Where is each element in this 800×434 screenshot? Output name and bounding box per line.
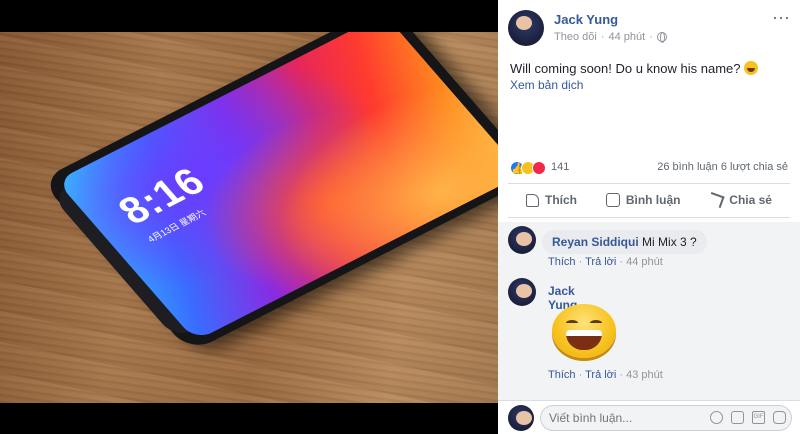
photo-viewer: 8:16 4月13日 星期六 Jack Yung Theo dõi · 44 p… <box>0 0 800 434</box>
divider <box>508 217 790 218</box>
viewer-avatar <box>508 405 534 431</box>
comment-like-link[interactable]: Thích <box>548 256 576 268</box>
thumbs-up-icon <box>526 193 539 207</box>
comment-reply-link[interactable]: Trả lời <box>585 256 616 268</box>
comment-time[interactable]: 44 phút <box>626 256 663 268</box>
comment-icon <box>605 193 620 207</box>
comment-bubble: Reyan Siddiqui Mi Mix 3 ? <box>542 230 707 254</box>
like-button[interactable]: Thích <box>526 188 577 212</box>
reactions-bar: 141 26 bình luận 6 lượt chia sẻ <box>510 159 788 177</box>
author-avatar[interactable] <box>508 10 544 46</box>
emoji-icon[interactable] <box>710 411 723 424</box>
share-label: Chia sẻ <box>729 193 772 207</box>
comment-meta: Thích · Trả lời · 43 phút <box>548 369 663 381</box>
comments-count[interactable]: 26 bình luận <box>657 161 718 173</box>
sticker-icon[interactable] <box>773 411 786 424</box>
photo-pane[interactable]: 8:16 4月13日 星期六 <box>0 0 498 434</box>
post-text-content: Will coming soon! Do u know his name? <box>510 61 741 76</box>
post-actions: Thích Bình luận Chia sẻ <box>508 188 790 212</box>
more-options-icon[interactable]: ··· <box>772 8 790 26</box>
comment-button[interactable]: Bình luận <box>605 188 681 212</box>
comment-like-link[interactable]: Thích <box>548 369 576 381</box>
comment-text: Mi Mix 3 ? <box>642 235 697 249</box>
commenter-avatar[interactable] <box>508 226 536 254</box>
divider <box>508 183 790 184</box>
laughing-sticker-icon <box>552 304 616 358</box>
like-label: Thích <box>545 193 577 207</box>
gif-icon[interactable]: GIF <box>752 411 765 424</box>
follow-link[interactable]: Theo dõi <box>554 31 597 43</box>
comment-meta: Thích · Trả lời · 44 phút <box>548 256 663 268</box>
comment-time[interactable]: 43 phút <box>626 369 663 381</box>
translate-link[interactable]: Xem bản dịch <box>510 78 583 92</box>
comment-composer: GIF <box>498 400 800 434</box>
meta-separator-2: · <box>649 31 653 43</box>
camera-icon[interactable] <box>731 411 744 424</box>
phone-image: 8:16 4月13日 星期六 <box>40 32 498 353</box>
composer-icons: GIF <box>710 411 786 424</box>
commenter-avatar[interactable] <box>508 278 536 306</box>
post-header: Jack Yung Theo dõi · 44 phút · ··· <box>508 8 790 50</box>
shares-count[interactable]: 6 lượt chia sẻ <box>721 161 788 173</box>
post-meta: Theo dõi · 44 phút · <box>554 31 667 43</box>
post-photo[interactable]: 8:16 4月13日 星期六 <box>0 32 498 403</box>
share-button[interactable]: Chia sẻ <box>707 188 772 212</box>
post-time[interactable]: 44 phút <box>608 31 645 43</box>
grinning-emoji-icon <box>744 61 759 75</box>
comment-reply-link[interactable]: Trả lời <box>585 369 616 381</box>
phone-screen: 8:16 4月13日 星期六 <box>56 32 498 342</box>
engagement-counts: 26 bình luận 6 lượt chia sẻ <box>657 161 788 173</box>
author-name[interactable]: Jack Yung <box>554 12 618 27</box>
post-side-panel: Jack Yung Theo dõi · 44 phút · ··· Will … <box>498 0 800 434</box>
comment-label: Bình luận <box>625 193 681 207</box>
share-arrow-icon <box>707 191 725 209</box>
phone-clock: 8:16 <box>109 160 215 233</box>
globe-icon[interactable] <box>656 32 667 43</box>
commenter-name[interactable]: Reyan Siddiqui <box>552 235 639 249</box>
post-text: Will coming soon! Do u know his name? <box>510 61 759 76</box>
meta-separator: · <box>600 31 605 43</box>
love-reaction-icon[interactable] <box>532 161 546 175</box>
comments-list: Reyan Siddiqui Mi Mix 3 ? Thích · Trả lờ… <box>498 222 800 402</box>
reaction-count[interactable]: 141 <box>551 161 569 173</box>
